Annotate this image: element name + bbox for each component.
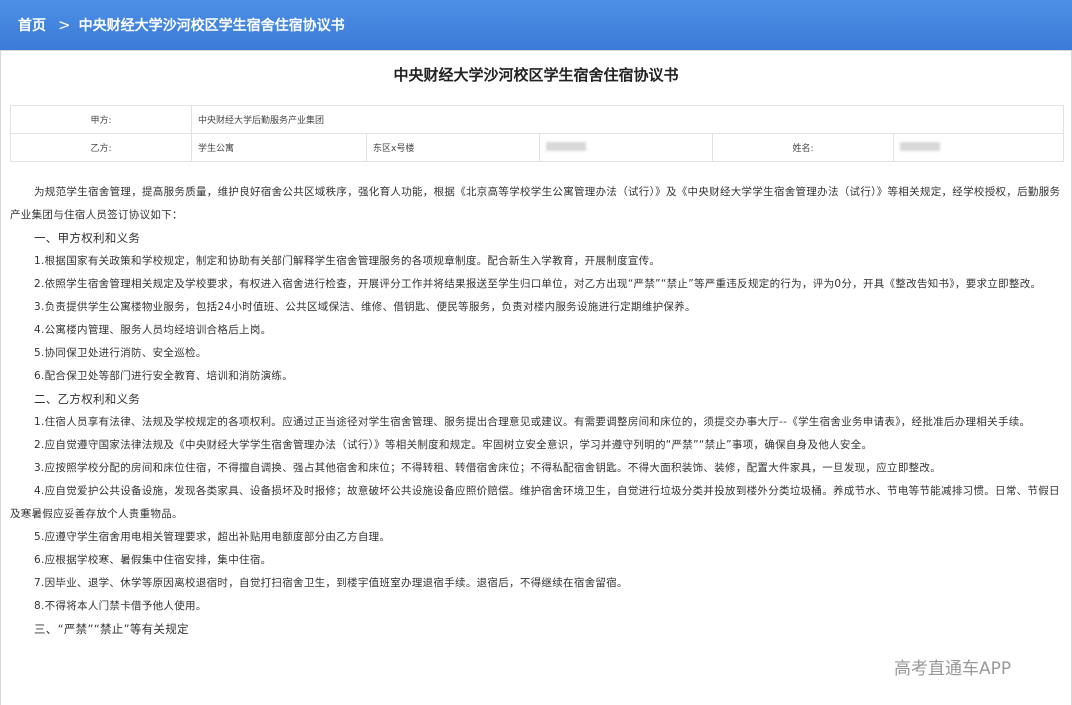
- party-b-value: 学生公寓: [191, 133, 367, 162]
- breadcrumb-bar: 首页 > 中央财经大学沙河校区学生宿舍住宿协议书: [0, 0, 1072, 50]
- section-heading-1: 一、甲方权利和义务: [34, 231, 141, 245]
- list-item: 1.住宿人员享有法律、法规及学校规定的各项权利。应通过正当途径对学生宿舍管理、服…: [34, 416, 1031, 428]
- redacted-room: [539, 133, 713, 162]
- party-a-value: 中央财经大学后勤服务产业集团: [191, 105, 1064, 134]
- list-item: 4.应自觉爱护公共设备设施，发现各类家具、设备损坏及时报修；故意破坏公共设施设备…: [10, 485, 1060, 520]
- agreement-body: 为规范学生宿舍管理，提高服务质量，维护良好宿舍公共区域秩序，强化育人功能，根据《…: [10, 181, 1062, 641]
- table-row: 乙方: 学生公寓 东区x号楼 姓名:: [10, 133, 1064, 162]
- list-item: 3.负责提供学生公寓楼物业服务，包括24小时值班、公共区域保洁、维修、借钥匙、便…: [34, 301, 696, 313]
- section-heading-2: 二、乙方权利和义务: [34, 392, 141, 406]
- redacted-name: [893, 133, 1064, 162]
- list-item: 2.应自觉遵守国家法律法规及《中央财经大学学生宿舍管理办法（试行）》等相关制度和…: [34, 439, 873, 451]
- building-value: 东区x号楼: [366, 133, 540, 162]
- name-label: 姓名:: [712, 133, 894, 162]
- list-item: 7.因毕业、退学、休学等原因离校退宿时，自觉打扫宿舍卫生，到楼宇值班室办理退宿手…: [34, 577, 628, 589]
- list-item: 6.应根据学校寒、暑假集中住宿安排，集中住宿。: [34, 554, 272, 566]
- info-table: 甲方: 中央财经大学后勤服务产业集团 乙方: 学生公寓 东区x号楼 姓名:: [10, 105, 1064, 162]
- breadcrumb-current: 中央财经大学沙河校区学生宿舍住宿协议书: [78, 18, 345, 34]
- intro-paragraph: 为规范学生宿舍管理，提高服务质量，维护良好宿舍公共区域秩序，强化育人功能，根据《…: [10, 186, 1061, 221]
- page-title: 中央财经大学沙河校区学生宿舍住宿协议书: [393, 66, 679, 84]
- table-row: 甲方: 中央财经大学后勤服务产业集团: [10, 105, 1064, 134]
- party-b-label: 乙方:: [10, 133, 192, 162]
- list-item: 1.根据国家有关政策和学校规定，制定和协助有关部门解释学生宿舍管理服务的各项规章…: [34, 255, 661, 267]
- chevron-right-icon: >: [58, 16, 71, 34]
- section-heading-3: 三、“严禁”“禁止”等有关规定: [34, 622, 189, 636]
- list-item: 5.协同保卫处进行消防、安全巡检。: [34, 347, 207, 359]
- list-item: 8.不得将本人门禁卡借予他人使用。: [34, 600, 207, 612]
- watermark: 高考直通车APP: [894, 659, 1012, 679]
- list-item: 2.依照学生宿舍管理相关规定及学校要求，有权进入宿舍进行检查，开展评分工作并将结…: [34, 278, 1042, 290]
- party-a-label: 甲方:: [10, 105, 192, 134]
- breadcrumb-home-link[interactable]: 首页: [18, 15, 46, 35]
- list-item: 5.应遵守学生宿舍用电相关管理要求，超出补贴用电额度部分由乙方自理。: [34, 531, 391, 543]
- list-item: 3.应按照学校分配的房间和床位住宿，不得擅自调换、强占其他宿舍和床位；不得转租、…: [34, 462, 942, 474]
- list-item: 6.配合保卫处等部门进行安全教育、培训和消防演练。: [34, 370, 294, 382]
- list-item: 4.公寓楼内管理、服务人员均经培训合格后上岗。: [34, 324, 272, 336]
